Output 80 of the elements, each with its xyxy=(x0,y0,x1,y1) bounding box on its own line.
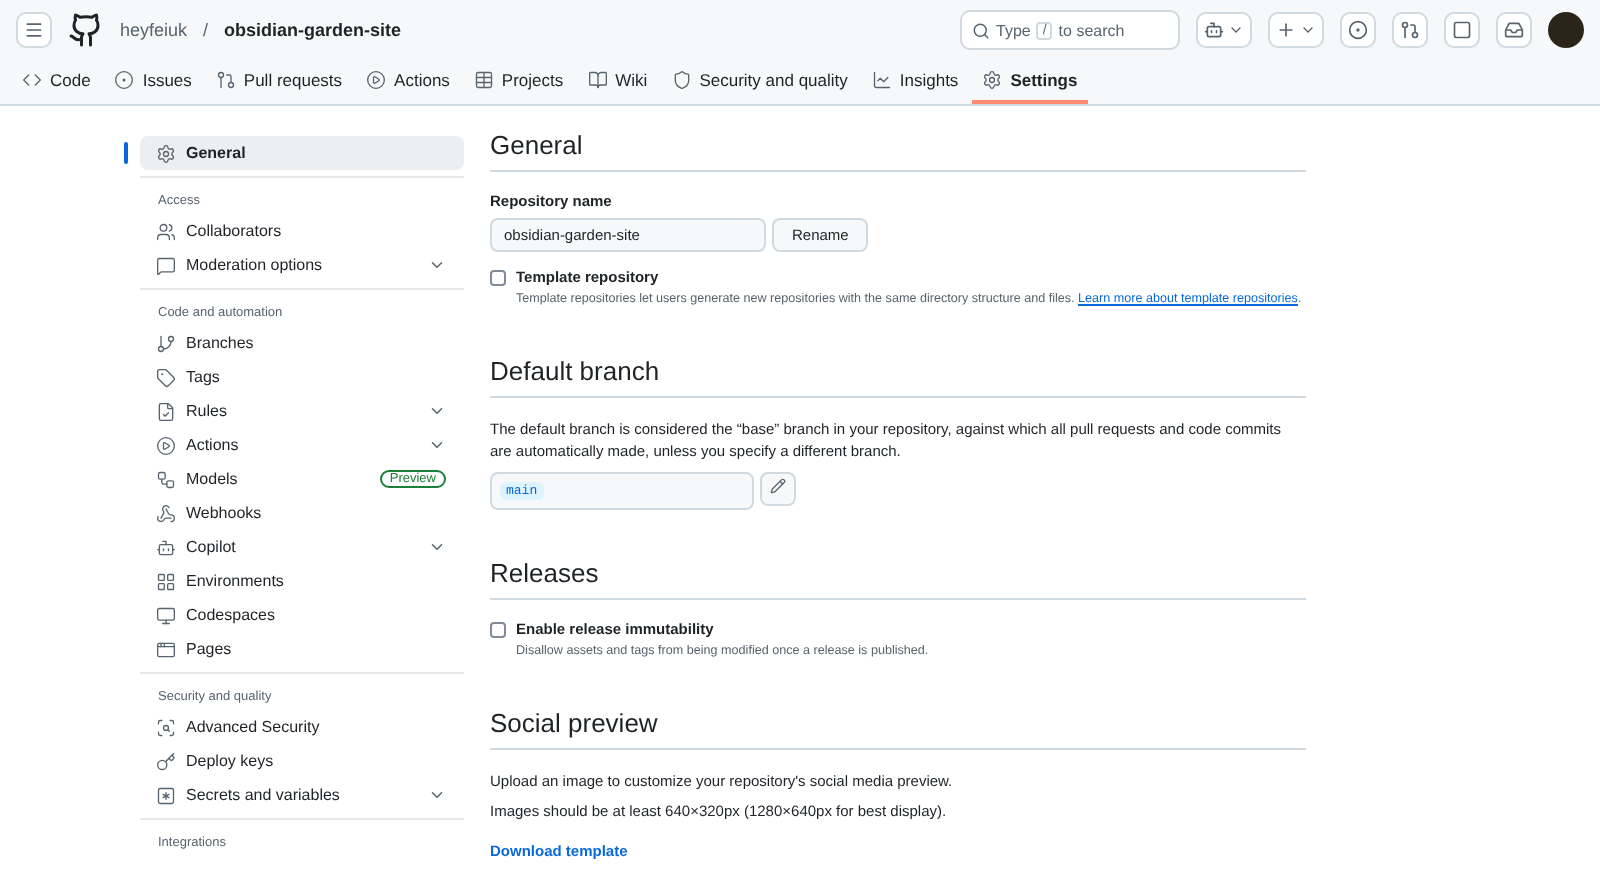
github-logo-icon xyxy=(68,12,104,48)
owner-link[interactable]: heyfeiuk xyxy=(120,20,188,40)
pull-requests-button[interactable] xyxy=(1392,12,1428,48)
avatar[interactable] xyxy=(1548,12,1584,48)
key-icon xyxy=(156,751,176,771)
copilot-button[interactable] xyxy=(1196,12,1252,48)
sidebar-item[interactable]: Copilot xyxy=(140,530,464,564)
monitor-icon xyxy=(156,605,176,625)
inbox-icon xyxy=(1504,20,1524,40)
repo-tab[interactable]: Pull requests xyxy=(205,60,353,104)
repository-icon xyxy=(1452,20,1472,40)
caret-icon xyxy=(1300,22,1316,38)
checkbox[interactable] xyxy=(490,270,506,286)
grid-icon xyxy=(156,571,176,591)
robot-icon xyxy=(1204,20,1224,40)
play-icon xyxy=(366,70,387,90)
webhook-icon xyxy=(156,503,176,523)
repo-link[interactable]: obsidian-garden-site xyxy=(224,20,402,40)
play-icon xyxy=(156,435,176,455)
create-button[interactable] xyxy=(1268,12,1324,48)
issue-icon xyxy=(114,70,135,90)
breadcrumb-separator: / xyxy=(203,20,209,40)
graph-icon xyxy=(871,70,892,90)
tag-icon xyxy=(156,367,176,387)
repo-tab[interactable]: Actions xyxy=(356,60,460,104)
repo-tab[interactable]: Security and quality xyxy=(661,60,858,104)
menu-button[interactable] xyxy=(16,12,52,48)
repo-tab[interactable]: Issues xyxy=(104,60,202,104)
section-title: General xyxy=(490,130,1306,172)
sidebar-item[interactable]: Pages xyxy=(140,632,464,666)
shield-icon xyxy=(671,70,692,90)
book-icon xyxy=(587,70,608,90)
section-title: Default branch xyxy=(490,356,1306,399)
search-icon xyxy=(972,21,990,39)
pull-request-icon xyxy=(215,70,236,90)
repositories-button[interactable] xyxy=(1444,12,1480,48)
sidebar-item[interactable]: Deploy keys xyxy=(140,744,464,778)
checkbox[interactable] xyxy=(490,621,506,638)
settings-icon xyxy=(156,143,176,163)
inbox-button[interactable] xyxy=(1496,12,1532,48)
code-icon xyxy=(22,70,42,90)
sidebar-item[interactable]: Branches xyxy=(140,326,464,360)
issues-button[interactable] xyxy=(1340,12,1376,48)
sidebar-item[interactable]: Rules xyxy=(140,394,464,428)
sidebar-item[interactable]: Environments xyxy=(140,564,464,598)
repo-tab[interactable]: Settings xyxy=(972,60,1088,104)
search-placeholder: Type xyxy=(996,21,1031,39)
repo-tab[interactable]: Wiki xyxy=(577,60,658,104)
caret-icon xyxy=(1228,22,1244,38)
people-icon xyxy=(156,221,176,241)
sidebar-item[interactable]: Moderation options xyxy=(140,248,464,282)
menu-icon xyxy=(24,20,44,40)
pull-request-icon xyxy=(1400,20,1420,40)
robot-icon xyxy=(156,537,176,557)
repo-tab[interactable]: Projects xyxy=(463,60,574,104)
repo-tab[interactable]: Insights xyxy=(861,60,969,104)
section-title: Social preview xyxy=(490,707,1306,750)
edit-button[interactable] xyxy=(760,471,796,506)
search-placeholder: to search xyxy=(1058,21,1125,39)
settings-icon xyxy=(982,70,1003,90)
repo-tab[interactable]: Code xyxy=(12,60,101,104)
section-title: Releases xyxy=(490,557,1306,600)
window-icon xyxy=(156,639,176,659)
sidebar-item[interactable]: Actions xyxy=(140,428,464,462)
pencil-icon xyxy=(770,478,786,495)
comment-icon xyxy=(156,255,176,275)
branch-icon xyxy=(156,333,176,353)
models-icon xyxy=(156,469,176,489)
issue-icon xyxy=(1348,20,1368,40)
table-icon xyxy=(473,70,494,90)
sidebar-item[interactable]: Codespaces xyxy=(140,598,464,632)
plus-icon xyxy=(1276,20,1296,40)
secret-icon xyxy=(156,785,176,805)
sidebar-item[interactable]: Advanced Security xyxy=(140,710,464,744)
sidebar-item[interactable]: Collaborators xyxy=(140,214,464,248)
rules-icon xyxy=(156,401,176,421)
sidebar-item[interactable]: Secrets and variables xyxy=(140,778,464,812)
sidebar-item[interactable]: Tags xyxy=(140,360,464,394)
scan-icon xyxy=(156,717,176,737)
sidebar-item[interactable]: Webhooks xyxy=(140,496,464,530)
